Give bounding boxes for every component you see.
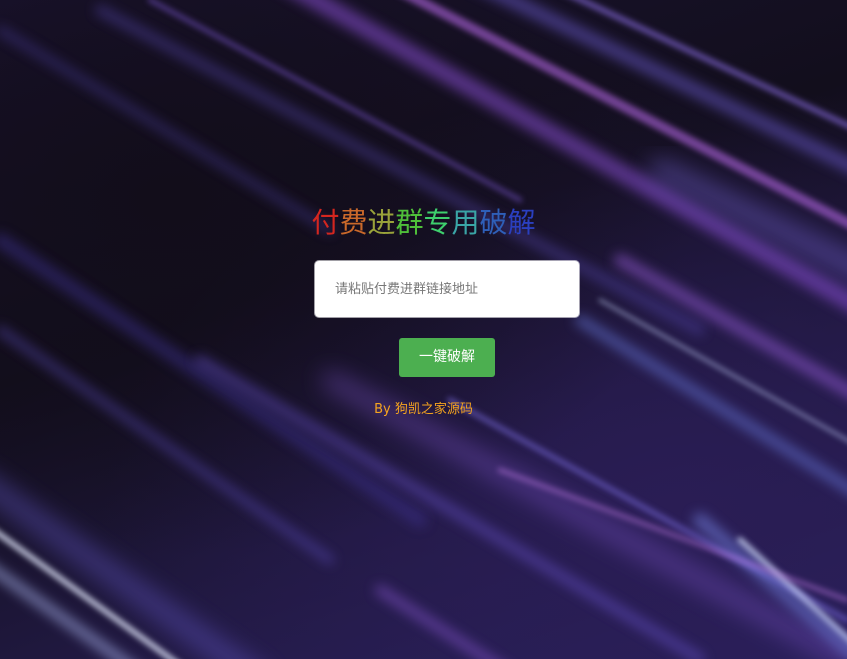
title-char-3: 进: [367, 206, 396, 239]
credit-text: By 狗凯之家源码: [374, 402, 473, 417]
title-char-7: 破: [479, 206, 508, 239]
title-char-4: 群: [395, 206, 424, 239]
title-char-2: 费: [339, 206, 368, 239]
title-char-8: 解: [507, 206, 536, 239]
title-char-5: 专: [423, 206, 452, 239]
link-input[interactable]: [315, 261, 579, 317]
title-char-1: 付: [311, 206, 340, 239]
link-input-box: [315, 261, 579, 317]
main-panel: 付费进群专用破解 一键破解 By 狗凯之家源码: [0, 0, 847, 659]
crack-button[interactable]: 一键破解: [399, 338, 495, 377]
title-char-6: 用: [451, 206, 480, 239]
page-title: 付费进群专用破解: [0, 205, 847, 241]
